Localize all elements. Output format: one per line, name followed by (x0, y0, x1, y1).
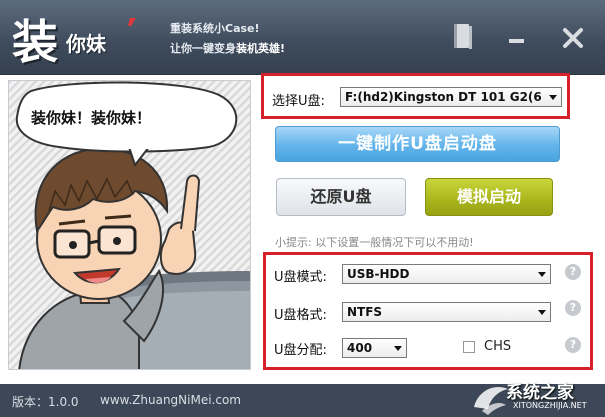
logo-main: 装 (12, 15, 58, 69)
chevron-down-icon (538, 272, 546, 277)
website-link[interactable]: www.ZhuangNiMei.com (100, 393, 241, 407)
book-icon[interactable] (450, 22, 476, 52)
help-icon[interactable]: ? (565, 264, 581, 280)
slogan-line2: 让你一键变身装机英雄! (170, 42, 286, 55)
slogan-highlight: 装机英雄! (236, 42, 286, 55)
help-icon[interactable]: ? (565, 337, 581, 353)
usb-mode-label: U盘模式: (274, 270, 327, 285)
flag-icon (128, 18, 136, 26)
chevron-down-icon (394, 346, 402, 351)
watermark-text: 系统之家 (506, 383, 574, 403)
chevron-down-icon (538, 310, 546, 315)
restore-usb-button[interactable]: 还原U盘 (276, 178, 406, 216)
close-icon[interactable] (560, 22, 586, 52)
minimize-icon[interactable] (504, 22, 530, 52)
usb-select-label: 选择U盘: (272, 94, 325, 109)
slogan-line1: 重装系统小Case! (170, 22, 260, 35)
watermark-url: XITONGZHIJIA.NET (513, 401, 587, 410)
chs-label: CHS (484, 339, 512, 354)
usb-partition-label: U盘分配: (274, 343, 327, 358)
usb-mode-value: USB-HDD (347, 267, 410, 281)
make-boot-usb-button[interactable]: 一键制作U盘启动盘 (275, 126, 560, 162)
usb-mode-select[interactable]: USB-HDD (342, 264, 551, 284)
usb-device-value: F:(hd2)Kingston DT 101 G2(6 (345, 90, 542, 104)
speech-bubble-text: 装你妹！装你妹！ (31, 109, 152, 127)
usb-partition-value: 400 (347, 341, 373, 355)
logo-sub: 你妹 (66, 32, 106, 56)
tip-text: 小提示: 以下设置一般情况下可以不用动! (275, 236, 474, 249)
illustration-panel: 装你妹！装你妹！ (8, 80, 251, 370)
usb-device-select[interactable]: F:(hd2)Kingston DT 101 G2(6 (340, 87, 562, 107)
usb-format-value: NTFS (347, 305, 383, 319)
usb-format-select[interactable]: NTFS (342, 302, 551, 322)
title-bar: 装 你妹 重装系统小Case! 让你一键变身装机英雄! (0, 0, 605, 75)
chevron-down-icon (549, 95, 557, 100)
chs-checkbox[interactable] (463, 341, 475, 353)
simulate-boot-button[interactable]: 模拟启动 (425, 178, 553, 216)
help-icon[interactable]: ? (565, 300, 581, 316)
usb-format-label: U盘格式: (274, 308, 327, 323)
usb-partition-select[interactable]: 400 (342, 338, 407, 358)
version-text: 版本：1.0.0 (12, 395, 79, 409)
